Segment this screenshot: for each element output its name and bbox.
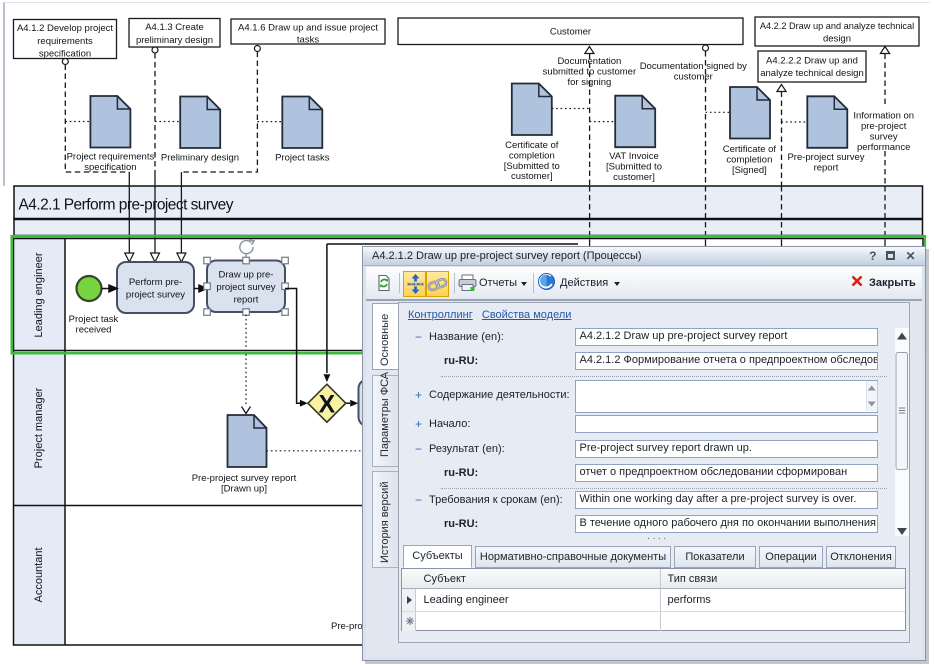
svg-text:A4.1.3 Create: A4.1.3 Create (145, 22, 204, 33)
svg-text:Draw up pre-: Draw up pre- (219, 270, 274, 281)
svg-text:received: received (76, 325, 112, 336)
svg-text:Pre-project survey: Pre-project survey (787, 152, 864, 163)
svg-text:completion: completion (726, 154, 772, 165)
svg-text:Project requirements: Project requirements (67, 152, 155, 163)
svg-text:performance: performance (857, 142, 910, 153)
svg-text:Customer: Customer (550, 27, 591, 38)
svg-text:Preliminary design: Preliminary design (161, 153, 239, 164)
svg-text:Documentation signed by: Documentation signed by (640, 61, 747, 72)
svg-text:submitted to customer: submitted to customer (543, 66, 636, 77)
svg-text:Pre-project survey report: Pre-project survey report (192, 473, 297, 484)
svg-text:Documentation: Documentation (557, 56, 621, 67)
svg-text:[Signed]: [Signed] (732, 165, 767, 176)
svg-text:[Submitted to: [Submitted to (606, 161, 662, 172)
svg-text:Leading engineer: Leading engineer (33, 252, 45, 337)
svg-text:Project tasks: Project tasks (275, 153, 330, 164)
svg-text:A4.2.2.2 Draw up and: A4.2.2.2 Draw up and (766, 56, 858, 67)
svg-text:[Drawn up]: [Drawn up] (221, 484, 267, 495)
svg-text:customer: customer (674, 71, 713, 82)
svg-text:A4.2.2 Draw up and analyze tec: A4.2.2 Draw up and analyze technical (760, 21, 914, 31)
svg-text:X: X (319, 391, 336, 419)
svg-text:Project task: Project task (69, 314, 119, 325)
svg-text:Certificate of: Certificate of (723, 144, 777, 155)
svg-text:Accountant: Accountant (33, 547, 45, 602)
svg-text:A4.1.6 Draw up and issue proje: A4.1.6 Draw up and issue project (238, 23, 378, 34)
svg-text:Perform pre-: Perform pre- (129, 277, 182, 288)
svg-text:project survey: project survey (126, 290, 185, 301)
svg-text:completion: completion (509, 150, 555, 161)
svg-text:pre-project: pre-project (861, 121, 907, 132)
svg-text:Certificate of: Certificate of (505, 140, 559, 151)
svg-text:customer]: customer] (511, 171, 553, 182)
svg-text:project survey: project survey (216, 282, 275, 293)
svg-text:Information on: Information on (853, 111, 914, 122)
svg-text:specification: specification (84, 162, 136, 173)
svg-text:A4.2.1 Perform pre-project sur: A4.2.1 Perform pre-project survey (19, 197, 234, 214)
svg-text:Project manager: Project manager (33, 387, 45, 468)
svg-text:A4.1.2 Develop project: A4.1.2 Develop project (17, 23, 113, 34)
svg-text:VAT Invoice: VAT Invoice (609, 151, 659, 162)
svg-text:for signing: for signing (567, 77, 611, 88)
svg-text:requirements: requirements (37, 36, 93, 47)
svg-text:report: report (814, 162, 839, 173)
svg-text:preliminary design: preliminary design (136, 35, 213, 46)
svg-text:analyze technical design: analyze technical design (760, 68, 864, 79)
svg-text:customer]: customer] (613, 172, 655, 183)
svg-text:design: design (823, 34, 851, 45)
svg-text:[Submitted to: [Submitted to (504, 161, 560, 172)
svg-text:report: report (234, 295, 259, 306)
svg-text:survey: survey (870, 132, 898, 143)
svg-text:tasks: tasks (297, 35, 319, 46)
